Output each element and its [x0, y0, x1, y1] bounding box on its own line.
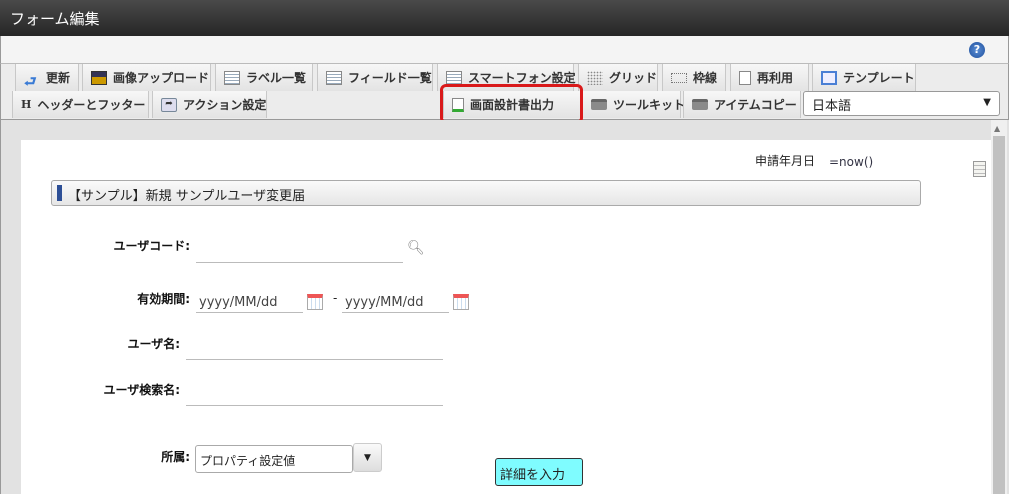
search-icon[interactable]: 🔍︎ [407, 240, 425, 256]
list-icon [446, 70, 462, 85]
tab-label: ラベル一覧 [246, 71, 307, 85]
user-name-label: ユーザ名: [127, 337, 180, 351]
tab-item-copy[interactable]: アイテムコピー [683, 91, 801, 118]
user-code-label: ユーザコード: [113, 239, 190, 253]
frame-icon [671, 72, 687, 83]
tab-label: アイテムコピー [714, 98, 797, 112]
tab-border[interactable]: 枠線 [662, 64, 726, 91]
tab-grid[interactable]: グリッド [578, 64, 658, 91]
grid-icon [587, 70, 603, 85]
tab-label: 枠線 [693, 71, 718, 85]
highlight-outline [440, 84, 583, 124]
window-title: フォーム編集 [10, 10, 100, 28]
tab-label: アクション設定 [183, 98, 267, 112]
tab-header-footer[interactable]: H ヘッダーとフッター [12, 91, 149, 118]
calendar-icon[interactable] [453, 294, 469, 310]
help-row [0, 36, 1009, 63]
department-label: 所属: [161, 450, 190, 464]
department-value: プロパティ設定値 [200, 454, 296, 468]
header-icon: H [21, 98, 32, 111]
enter-details-button[interactable]: 詳細を入力 [495, 458, 583, 486]
help-icon[interactable]: ? [969, 42, 985, 58]
department-dropdown-button[interactable]: ▼ [353, 443, 382, 472]
language-select[interactable]: 日本語 ▼ [803, 91, 1000, 116]
chevron-down-icon: ▼ [364, 453, 371, 463]
scroll-up-icon[interactable]: ▲ [994, 124, 1000, 133]
user-name-input[interactable] [186, 340, 443, 360]
period-to-input[interactable]: yyyy/MM/dd [342, 293, 449, 313]
period-separator: - [333, 291, 338, 305]
tab-label-list[interactable]: ラベル一覧 [215, 64, 313, 91]
tab-toolkit[interactable]: ツールキット [582, 91, 685, 118]
refresh-icon: ⮐ [24, 73, 37, 90]
copy-icon [739, 70, 751, 85]
tab-image-upload[interactable]: 画像アップロード [82, 64, 211, 91]
period-label: 有効期間: [137, 292, 190, 306]
template-icon [821, 70, 837, 85]
tab-label: 再利用 [757, 71, 794, 85]
chevron-down-icon: ▼ [983, 97, 991, 108]
tab-refresh[interactable]: ⮐ 更新 [15, 64, 79, 91]
period-from-input[interactable]: yyyy/MM/dd [196, 293, 303, 313]
language-value: 日本語 [812, 99, 852, 114]
image-upload-icon [91, 70, 107, 85]
user-code-input[interactable] [196, 243, 403, 263]
tab-label: グリッド [609, 71, 658, 85]
document-icon[interactable] [973, 161, 986, 177]
user-search-name-label: ユーザ検索名: [103, 383, 180, 397]
scrollbar-thumb[interactable] [993, 136, 1005, 494]
tab-label: フィールド一覧 [348, 71, 432, 85]
list-icon [224, 70, 240, 85]
tab-label: 画像アップロード [113, 71, 210, 85]
tab-label: 更新 [46, 71, 71, 85]
tab-label: ツールキット [613, 98, 686, 112]
form-title-text: 【サンプル】新規 サンプルユーザ変更届 [68, 189, 306, 204]
user-search-name-input[interactable] [186, 386, 443, 406]
tab-action-settings[interactable]: ➦ アクション設定 [152, 91, 267, 118]
window-title-bar: フォーム編集 [0, 0, 1009, 36]
tab-label: ヘッダーとフッター [37, 98, 146, 112]
toolbox-icon [591, 99, 607, 110]
calendar-icon[interactable] [307, 294, 323, 310]
list-icon [326, 70, 342, 85]
department-select[interactable]: プロパティ設定値 [195, 445, 353, 473]
date-label: 申請年月日 [755, 154, 816, 168]
tab-label: テンプレート [843, 71, 915, 85]
toolbox-icon [692, 99, 708, 110]
action-icon: ➦ [161, 97, 177, 112]
tab-reuse[interactable]: 再利用 [730, 64, 809, 91]
tab-template[interactable]: テンプレート [812, 64, 916, 91]
tab-field-list[interactable]: フィールド一覧 [317, 64, 433, 91]
date-value: =now() [829, 155, 874, 169]
form-title: 【サンプル】新規 サンプルユーザ変更届 [51, 180, 921, 206]
